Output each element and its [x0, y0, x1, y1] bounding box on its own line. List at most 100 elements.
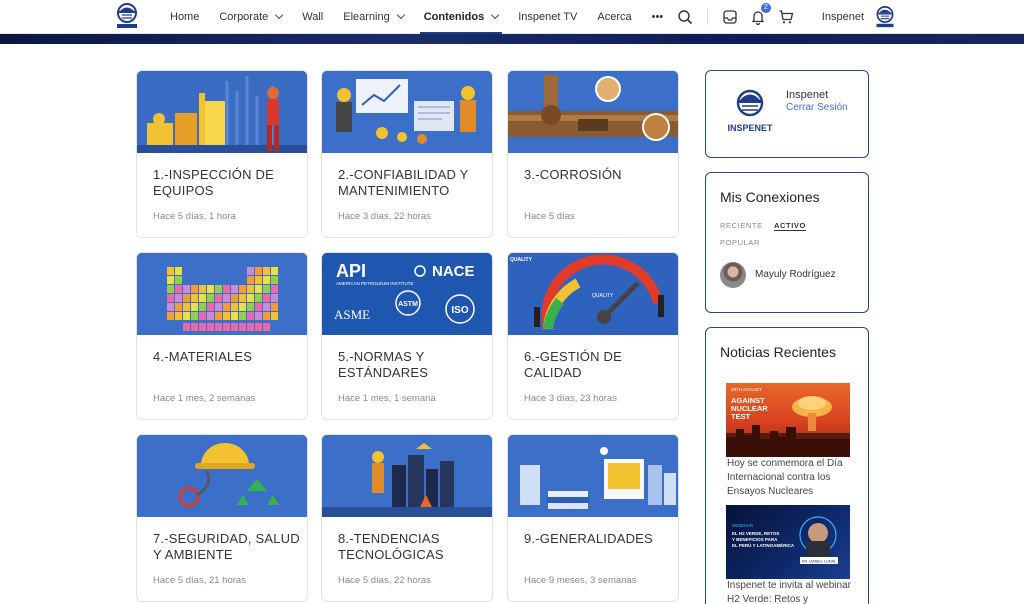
- category-card[interactable]: QUALITY QUALITY 6.-Gestión de Calidad Hac…: [507, 252, 679, 420]
- category-card[interactable]: API AMERICAN PETROLEUM INSTITUTE NACE AS…: [321, 252, 493, 420]
- card-timestamp: Hace 5 días, 1 hora: [153, 211, 236, 222]
- svg-text:QUALITY: QUALITY: [592, 293, 614, 299]
- category-card[interactable]: 1.-Inspección de equipos Hace 5 días, 1 h…: [136, 70, 308, 238]
- tab-reciente[interactable]: RECIENTE: [720, 221, 763, 230]
- news-title: Noticias Recientes: [720, 344, 836, 360]
- svg-text:NACE: NACE: [432, 263, 475, 280]
- nav-item-0[interactable]: Home: [160, 0, 209, 34]
- nav-item-5[interactable]: Inspenet TV: [508, 0, 587, 34]
- card-title[interactable]: 6.-Gestión de Calidad: [524, 349, 674, 381]
- svg-text:ASTM: ASTM: [398, 301, 418, 308]
- nav-user-name[interactable]: Inspenet: [822, 11, 864, 23]
- svg-text:QUALITY: QUALITY: [510, 257, 533, 263]
- tab-popular[interactable]: POPULAR: [720, 238, 760, 247]
- news-headline[interactable]: Inspenet te invita al webinar H2 Verde: …: [727, 579, 853, 604]
- news-image-heading: WEBINAR: [732, 523, 754, 528]
- card-image-standards-logos[interactable]: API AMERICAN PETROLEUM INSTITUTE NACE AS…: [322, 253, 492, 335]
- nav-item-6[interactable]: Acerca: [587, 0, 641, 34]
- chevron-down-icon: [490, 10, 500, 20]
- nav-item-2[interactable]: Wall: [292, 0, 333, 34]
- nav-item-3[interactable]: Elearning: [333, 0, 413, 34]
- news-image-line: Y BENEFICIOS PARA: [732, 537, 778, 542]
- nav-item-4[interactable]: Contenidos: [414, 0, 509, 34]
- card-timestamp: Hace 5 días, 22 horas: [338, 575, 431, 586]
- card-title[interactable]: 3.-Corrosión: [524, 167, 674, 183]
- inspenet-profile-logo-icon: INSPENET: [726, 87, 774, 135]
- nav-item-label: Acerca: [597, 11, 632, 23]
- card-image-helmet-recycle[interactable]: [137, 435, 307, 517]
- tab-activo[interactable]: ACTIVO: [774, 221, 806, 231]
- nav-item-label: Inspenet TV: [518, 11, 578, 23]
- chevron-down-icon: [396, 10, 405, 20]
- inspenet-logo-icon[interactable]: [114, 2, 140, 30]
- card-image-engineers-maintenance[interactable]: [322, 71, 492, 153]
- svg-text:ISO: ISO: [451, 305, 468, 316]
- nav-item-label: Home: [170, 11, 200, 23]
- news-image-line: EL PERÚ Y LATINOAMÉRICA: [732, 541, 795, 548]
- news-headline[interactable]: Hoy se conmemora el Día Internacional co…: [727, 457, 853, 499]
- card-title[interactable]: 1.-Inspección de equipos: [153, 167, 303, 199]
- notification-bell-icon[interactable]: 2: [750, 3, 771, 26]
- category-card[interactable]: 2.-Confiabilidad y Mantenimiento Hace 3 d…: [321, 70, 493, 238]
- card-image-industrial-plant-inspector[interactable]: [137, 71, 307, 153]
- profile-panel: INSPENET Inspenet Cerrar Sesión: [705, 70, 869, 158]
- card-image-tech-city[interactable]: [322, 435, 492, 517]
- card-timestamp: Hace 3 días, 23 horas: [524, 393, 617, 404]
- category-card[interactable]: 9.-Generalidades Hace 9 meses, 3 semanas: [507, 434, 679, 602]
- nav-item-label: Corporate: [219, 11, 269, 23]
- profile-logo-label: INSPENET: [727, 123, 773, 133]
- nav-item-1[interactable]: Corporate: [209, 0, 292, 34]
- card-timestamp: Hace 1 mes, 1 semana: [338, 393, 436, 404]
- card-image-periodic-table[interactable]: [137, 253, 307, 335]
- nav-actions: 2 Inspenet: [671, 0, 1024, 34]
- news-image-line: EL H2 VERDE, RETOS: [732, 531, 779, 536]
- news-image-nuclear-test[interactable]: 29TH AUGUST AGAINST NUCLEAR TEST: [726, 383, 850, 457]
- cart-icon[interactable]: [778, 9, 794, 25]
- header-banner: [0, 34, 1024, 44]
- card-title[interactable]: 2.-Confiabilidad y Mantenimiento: [338, 167, 488, 199]
- recent-news-panel: Noticias Recientes 29TH AUGUST AGAINST N…: [705, 327, 869, 604]
- card-title[interactable]: 5.-Normas y Estándares: [338, 349, 488, 381]
- connections-panel: Mis Conexiones RECIENTE ACTIVO POPULAR M…: [705, 172, 869, 313]
- card-timestamp: Hace 5 días, 21 horas: [153, 575, 246, 586]
- category-card[interactable]: 8.-Tendencias Tecnológicas Hace 5 días, 2…: [321, 434, 493, 602]
- top-navbar: Home Corporate Wall Elearning Contenidos Insp…: [0, 0, 1024, 34]
- card-title[interactable]: 9.-Generalidades: [524, 531, 674, 547]
- card-timestamp: Hace 3 días, 22 horas: [338, 211, 431, 222]
- logout-link[interactable]: Cerrar Sesión: [786, 102, 848, 113]
- card-image-city-books[interactable]: [508, 435, 678, 517]
- user-avatar-logo-icon[interactable]: [874, 4, 896, 30]
- category-card[interactable]: 7.-Seguridad, Salud y Ambiente Hace 5 día…: [136, 434, 308, 602]
- nav-item-label: Elearning: [343, 11, 390, 23]
- card-timestamp: Hace 9 meses, 3 semanas: [524, 575, 637, 586]
- nav-item-label: •••: [651, 11, 664, 23]
- category-card[interactable]: 4.-Materiales Hace 1 mes, 2 semanas: [136, 252, 308, 420]
- news-image-line: TEST: [731, 412, 751, 421]
- nav-item-7[interactable]: •••: [642, 0, 674, 34]
- profile-name: Inspenet: [786, 89, 829, 101]
- svg-text:AMERICAN PETROLEUM INSTITUTE: AMERICAN PETROLEUM INSTITUTE: [336, 281, 414, 286]
- nav-item-label: Contenidos: [423, 11, 485, 23]
- svg-text:API: API: [336, 261, 366, 281]
- category-card[interactable]: 3.-Corrosión Hace 5 días: [507, 70, 679, 238]
- main-menu: Home Corporate Wall Elearning Contenidos Insp…: [160, 0, 673, 34]
- notification-count-badge: 2: [760, 3, 771, 13]
- card-title[interactable]: 4.-Materiales: [153, 349, 303, 365]
- search-icon[interactable]: [677, 9, 693, 25]
- card-timestamp: Hace 5 días: [524, 211, 575, 222]
- inbox-icon[interactable]: [722, 9, 738, 25]
- card-title[interactable]: 7.-Seguridad, Salud y Ambiente: [153, 531, 303, 563]
- avatar: [720, 262, 746, 288]
- card-image-corroded-pipes[interactable]: [508, 71, 678, 153]
- chevron-down-icon: [275, 10, 284, 20]
- connection-member-name: Mayuly Rodríguez: [755, 269, 836, 280]
- webinar-speaker: DR. DANIEL LUNAL: [802, 560, 836, 564]
- nav-divider: [706, 9, 708, 25]
- card-title[interactable]: 8.-Tendencias Tecnológicas: [338, 531, 488, 563]
- connection-member[interactable]: Mayuly Rodríguez: [720, 261, 860, 289]
- news-image-webinar[interactable]: DR. DANIEL LUNAL WEBINAR EL H2 VERDE, RE…: [726, 505, 850, 579]
- svg-text:ASME: ASME: [334, 307, 370, 322]
- connections-title: Mis Conexiones: [720, 189, 820, 205]
- nav-item-label: Wall: [302, 11, 324, 23]
- card-image-quality-gauge[interactable]: QUALITY QUALITY: [508, 253, 678, 335]
